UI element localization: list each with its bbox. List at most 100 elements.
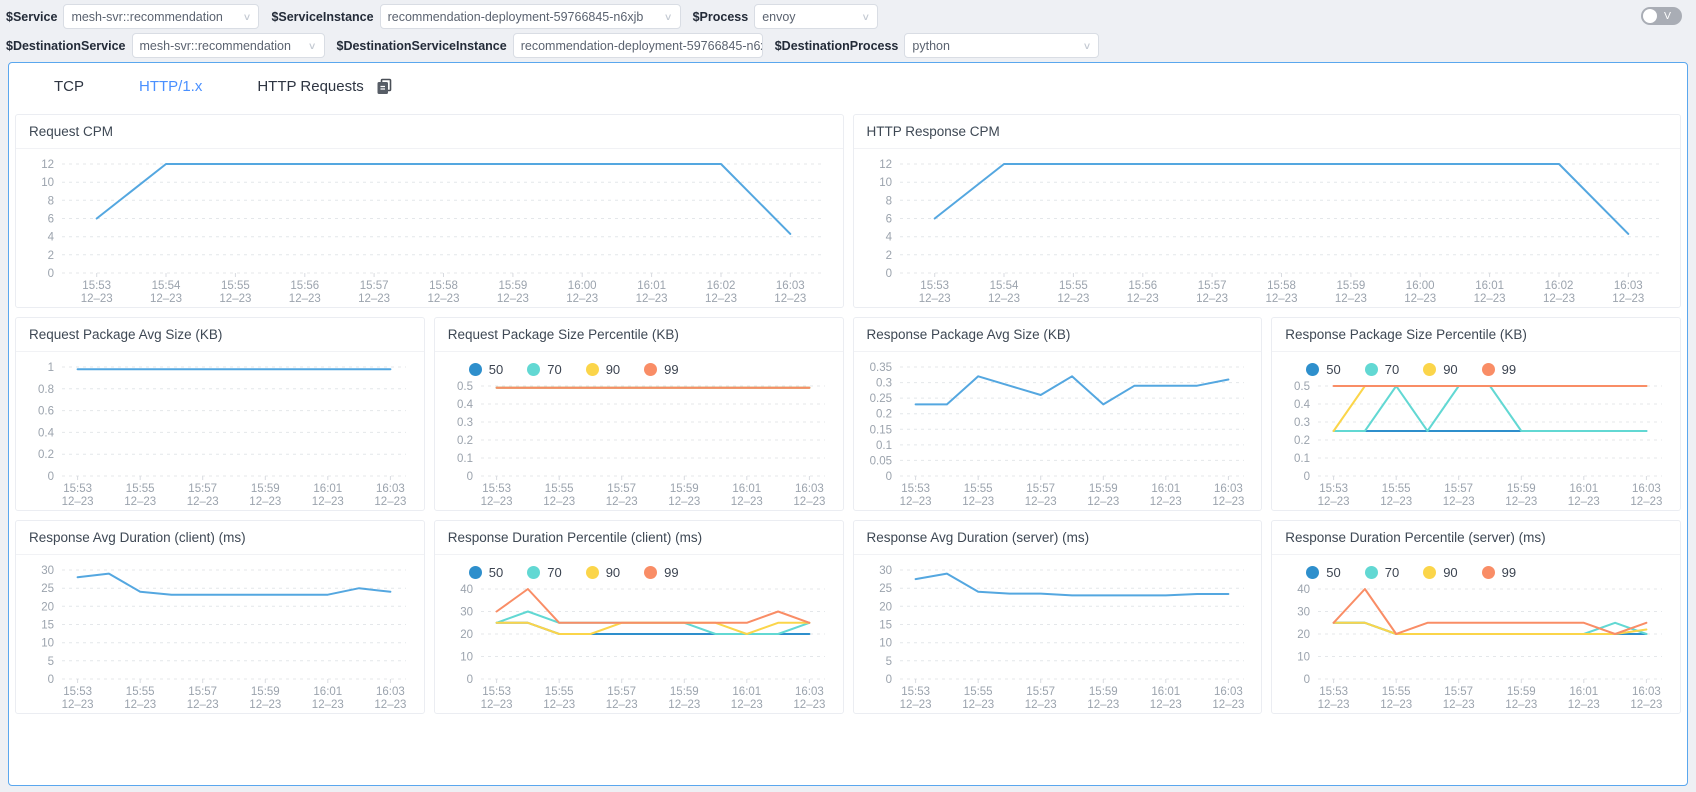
svg-text:16:01: 16:01 [1151,483,1180,495]
legend-item[interactable]: 50 [1306,362,1340,377]
legend-item[interactable]: 70 [527,362,561,377]
service-select[interactable]: mesh-svr::recommendation ∨ [63,4,259,29]
svg-text:15:53: 15:53 [63,686,92,698]
svg-text:16:03: 16:03 [1613,280,1642,292]
legend-item[interactable]: 90 [1423,565,1457,580]
svg-text:12–23: 12–23 [124,699,156,711]
chart-plot[interactable]: 05101520253015:5312–2315:5512–2315:5712–… [16,556,424,713]
tab-tcp[interactable]: TCP [54,78,84,95]
svg-text:0.3: 0.3 [1294,417,1310,429]
svg-text:15:58: 15:58 [1267,280,1296,292]
svg-text:16:01: 16:01 [732,483,761,495]
svg-text:16:01: 16:01 [1570,483,1599,495]
svg-text:12–23: 12–23 [1404,293,1436,305]
tab-http-requests[interactable]: HTTP Requests [257,78,392,95]
service-instance-select[interactable]: recommendation-deployment-59766845-n6xjb… [380,4,681,29]
chart-title: Response Package Size Percentile (KB) [1272,318,1680,352]
destination-service-label: $DestinationService [6,39,126,53]
legend-item[interactable]: 90 [586,362,620,377]
svg-text:12–23: 12–23 [1380,699,1412,711]
svg-text:15:59: 15:59 [670,686,699,698]
svg-text:12–23: 12–23 [774,293,806,305]
chart-plot[interactable]: 00.20.40.60.8115:5312–2315:5512–2315:571… [16,353,424,510]
toolbar-row-source: $Service mesh-svr::recommendation ∨ $Ser… [6,3,1690,30]
chart-plot[interactable]: 5070909901020304015:5312–2315:5512–2315:… [435,556,843,713]
svg-text:16:02: 16:02 [1544,280,1573,292]
legend-item[interactable]: 99 [1482,362,1516,377]
chart-canvas: 01020304015:5312–2315:5512–2315:5712–231… [435,583,843,713]
svg-text:12–23: 12–23 [1568,699,1600,711]
chart-card-request-package-avg-size: Request Package Avg Size (KB) 00.20.40.6… [15,317,425,511]
svg-text:12–23: 12–23 [497,293,529,305]
svg-text:15:57: 15:57 [360,280,389,292]
chart-plot[interactable]: 00.050.10.150.20.250.30.3515:5312–2315:5… [854,353,1262,510]
svg-text:15:55: 15:55 [545,483,574,495]
legend-dot-icon [644,566,657,579]
svg-text:0.4: 0.4 [457,399,474,411]
svg-text:15: 15 [41,620,54,632]
svg-text:20: 20 [879,601,892,613]
legend-item[interactable]: 90 [1423,362,1457,377]
svg-text:6: 6 [885,214,891,226]
chart-plot[interactable]: 05101520253015:5312–2315:5512–2315:5712–… [854,556,1262,713]
svg-text:15:57: 15:57 [188,483,217,495]
svg-text:15:53: 15:53 [482,686,511,698]
legend-item[interactable]: 99 [644,565,678,580]
legend-item[interactable]: 50 [469,565,503,580]
svg-text:12–23: 12–23 [480,496,512,508]
legend-item[interactable]: 70 [527,565,561,580]
svg-text:0: 0 [466,471,472,483]
chart-card-request-cpm: Request CPM 02468101215:5312–2315:5412–2… [15,114,844,308]
destination-process-select[interactable]: python ∨ [904,33,1099,58]
legend-dot-icon [586,363,599,376]
chart-plot[interactable]: 02468101215:5312–2315:5412–2315:5512–231… [16,150,843,307]
svg-text:12–23: 12–23 [636,293,668,305]
charts-grid: Request CPM 02468101215:5312–2315:5412–2… [9,110,1687,720]
legend-item[interactable]: 50 [469,362,503,377]
svg-text:16:03: 16:03 [1632,686,1661,698]
svg-text:12–23: 12–23 [731,699,763,711]
chart-plot[interactable]: 02468101215:5312–2315:5412–2315:5512–231… [854,150,1681,307]
svg-text:12–23: 12–23 [668,699,700,711]
chart-plot[interactable]: 5070909900.10.20.30.40.515:5312–2315:551… [435,353,843,510]
legend-item[interactable]: 99 [1482,565,1516,580]
svg-text:15:53: 15:53 [901,686,930,698]
legend-item[interactable]: 50 [1306,565,1340,580]
svg-text:12–23: 12–23 [1543,293,1575,305]
svg-text:15:59: 15:59 [251,483,280,495]
svg-text:12–23: 12–23 [1265,293,1297,305]
legend-dot-icon [527,363,540,376]
svg-text:12–23: 12–23 [1631,496,1663,508]
legend-dot-icon [527,566,540,579]
tab-http1x[interactable]: HTTP/1.x [139,78,202,95]
chart-canvas: 00.10.20.30.40.515:5312–2315:5512–2315:5… [1272,380,1680,510]
svg-text:16:01: 16:01 [637,280,666,292]
svg-text:0.1: 0.1 [876,440,892,452]
chart-title: Request Package Avg Size (KB) [16,318,424,352]
destination-service-instance-label: $DestinationServiceInstance [337,39,507,53]
svg-text:15:57: 15:57 [607,483,636,495]
copy-pages-icon[interactable] [376,78,393,95]
svg-text:12–23: 12–23 [731,496,763,508]
legend-item[interactable]: 99 [644,362,678,377]
chevron-down-icon: ∨ [308,40,317,51]
svg-text:15:55: 15:55 [1382,686,1411,698]
svg-text:0.5: 0.5 [1294,381,1310,393]
view-toggle[interactable]: V [1641,7,1682,25]
legend-item[interactable]: 70 [1365,565,1399,580]
tab-bar: TCP HTTP/1.x HTTP Requests [9,63,1687,110]
svg-text:5: 5 [48,656,54,668]
legend-item[interactable]: 90 [586,565,620,580]
chart-canvas: 05101520253015:5312–2315:5512–2315:5712–… [16,556,424,713]
svg-text:25: 25 [879,583,892,595]
legend-item[interactable]: 70 [1365,362,1399,377]
service-instance-label: $ServiceInstance [271,10,373,24]
destination-service-select[interactable]: mesh-svr::recommendation ∨ [132,33,325,58]
svg-text:12–23: 12–23 [668,496,700,508]
process-select[interactable]: envoy ∨ [754,4,878,29]
toolbar-row-destination: $DestinationService mesh-svr::recommenda… [6,32,1690,59]
chart-plot[interactable]: 5070909901020304015:5312–2315:5512–2315:… [1272,556,1680,713]
destination-service-instance-select[interactable]: recommendation-deployment-59766845-n6xjb… [513,33,763,58]
svg-text:16:01: 16:01 [732,686,761,698]
chart-plot[interactable]: 50 70 90 99 00.10.20.30.40.515:5312–2315:551… [1272,353,1680,510]
